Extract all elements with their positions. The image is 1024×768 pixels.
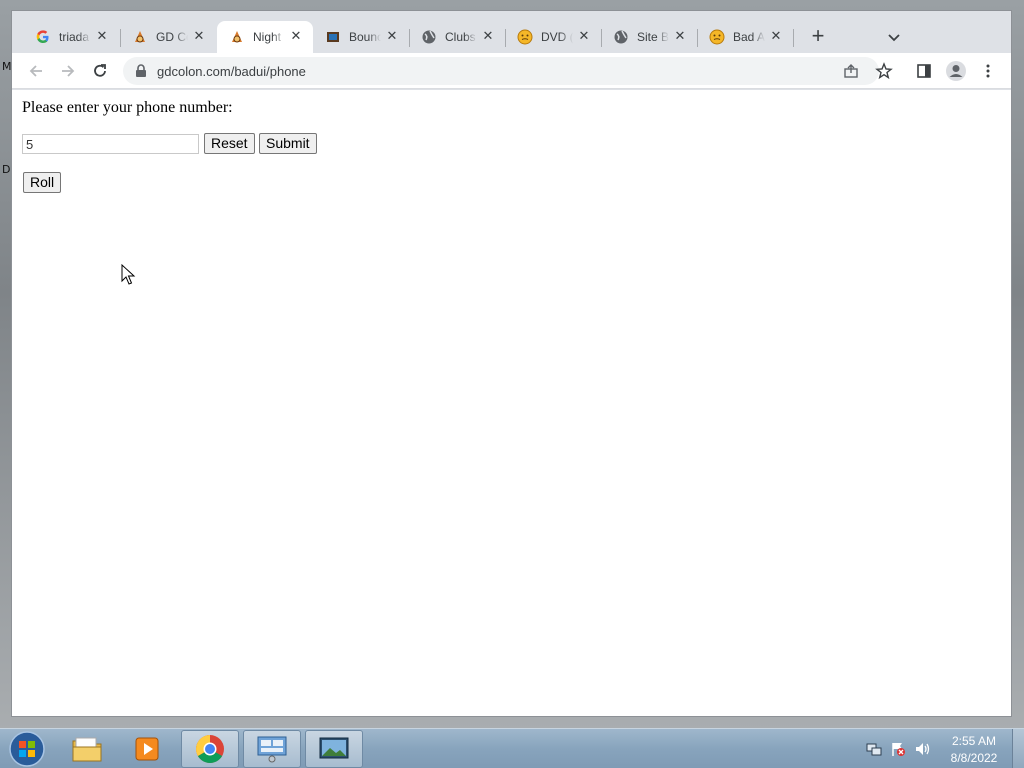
volume-icon[interactable] [914, 741, 932, 757]
profile-button[interactable] [944, 59, 968, 83]
gdcolon-icon [229, 29, 245, 45]
page-viewport: Please enter your phone number: Reset Su… [12, 90, 1011, 716]
mouse-cursor-icon [121, 264, 136, 285]
tab-search-button[interactable] [884, 27, 904, 47]
taskbar-chrome[interactable] [181, 730, 239, 768]
tab-close-icon[interactable]: ✕ [385, 29, 399, 43]
arrow-left-icon [29, 65, 42, 77]
forward-button[interactable] [56, 59, 80, 83]
taskbar-file-explorer[interactable] [58, 730, 116, 768]
star-icon [875, 62, 893, 80]
kebab-menu-icon [986, 64, 990, 78]
emoji-face-icon [709, 29, 725, 45]
new-tab-button[interactable]: + [806, 25, 830, 49]
taskbar-media-player[interactable] [118, 730, 176, 768]
tab-close-icon[interactable]: ✕ [289, 29, 303, 43]
tab-title: triada [59, 30, 90, 44]
taskbar: 2:55 AM 8/8/2022 [0, 728, 1024, 768]
tab-strip: triada ✕ GD Co ✕ Night ✕ Bounc ✕ [12, 11, 1011, 53]
tab-close-icon[interactable]: ✕ [481, 29, 495, 43]
tab-close-icon[interactable]: ✕ [192, 29, 206, 43]
taskbar-control-panel[interactable] [243, 730, 301, 768]
reload-button[interactable] [88, 59, 112, 83]
tab-bad-a[interactable]: Bad A ✕ [697, 21, 793, 53]
tab-close-icon[interactable]: ✕ [769, 29, 783, 43]
remote-desktop-icon [319, 737, 349, 759]
side-panel-button[interactable] [912, 59, 936, 83]
reset-button[interactable]: Reset [204, 133, 255, 154]
tab-dvd[interactable]: DVD ( ✕ [505, 21, 601, 53]
globe-icon [613, 29, 629, 45]
tab-close-icon[interactable]: ✕ [673, 29, 687, 43]
chrome-icon [196, 735, 224, 763]
tab-title: Bounc [349, 30, 381, 44]
phone-number-field[interactable] [22, 134, 199, 154]
share-icon[interactable] [843, 63, 859, 79]
back-button[interactable] [24, 59, 48, 83]
tab-title: Night [253, 30, 282, 44]
tab-title: DVD ( [541, 30, 573, 44]
lock-icon[interactable] [135, 64, 147, 78]
bounce-game-icon [325, 29, 341, 45]
control-panel-icon [257, 736, 287, 763]
bookmark-button[interactable] [872, 59, 896, 83]
google-icon [35, 29, 51, 45]
tab-gd-colon[interactable]: GD Co ✕ [120, 21, 216, 53]
tab-divider [793, 29, 794, 47]
reload-icon [94, 64, 106, 77]
tab-bounce[interactable]: Bounc ✕ [313, 21, 409, 53]
tab-site-b[interactable]: Site B ✕ [601, 21, 697, 53]
submit-button[interactable]: Submit [259, 133, 317, 154]
emoji-face-icon [517, 29, 533, 45]
clock-time[interactable]: 2:55 AM [944, 734, 1004, 748]
tab-title: Clubs [445, 30, 476, 44]
taskbar-remote-desktop[interactable] [305, 730, 363, 768]
clock-date[interactable]: 8/8/2022 [944, 751, 1004, 765]
tab-clubs[interactable]: Clubs ✕ [409, 21, 505, 53]
show-desktop-button[interactable] [1012, 729, 1024, 768]
globe-icon [421, 29, 437, 45]
tab-close-icon[interactable]: ✕ [577, 29, 591, 43]
menu-button[interactable] [976, 59, 1000, 83]
desktop-icon-label: D [2, 163, 11, 176]
action-center-flag-icon[interactable] [890, 741, 906, 757]
address-bar[interactable]: gdcolon.com/badui/phone [123, 57, 879, 85]
start-orb-icon [9, 731, 45, 767]
file-explorer-icon [72, 737, 102, 762]
avatar-icon [946, 61, 966, 81]
tab-title: GD Co [156, 30, 188, 44]
tab-title: Site B [637, 30, 669, 44]
start-button[interactable] [0, 730, 54, 768]
url-text[interactable]: gdcolon.com/badui/phone [157, 64, 306, 79]
chevron-down-icon [888, 34, 900, 42]
media-player-icon [135, 737, 159, 761]
tab-night[interactable]: Night ✕ [217, 21, 313, 53]
gdcolon-icon [132, 29, 148, 45]
phone-prompt: Please enter your phone number: [22, 99, 233, 116]
arrow-right-icon [62, 65, 75, 77]
side-panel-icon [917, 64, 931, 78]
tab-close-icon[interactable]: ✕ [95, 29, 109, 43]
browser-toolbar: gdcolon.com/badui/phone [12, 53, 1011, 89]
network-tray-icon[interactable] [866, 741, 882, 757]
tab-title: Bad A [733, 30, 765, 44]
browser-window: triada ✕ GD Co ✕ Night ✕ Bounc ✕ [11, 10, 1012, 717]
roll-button[interactable]: Roll [23, 172, 62, 193]
tab-triada[interactable]: triada ✕ [23, 21, 119, 53]
